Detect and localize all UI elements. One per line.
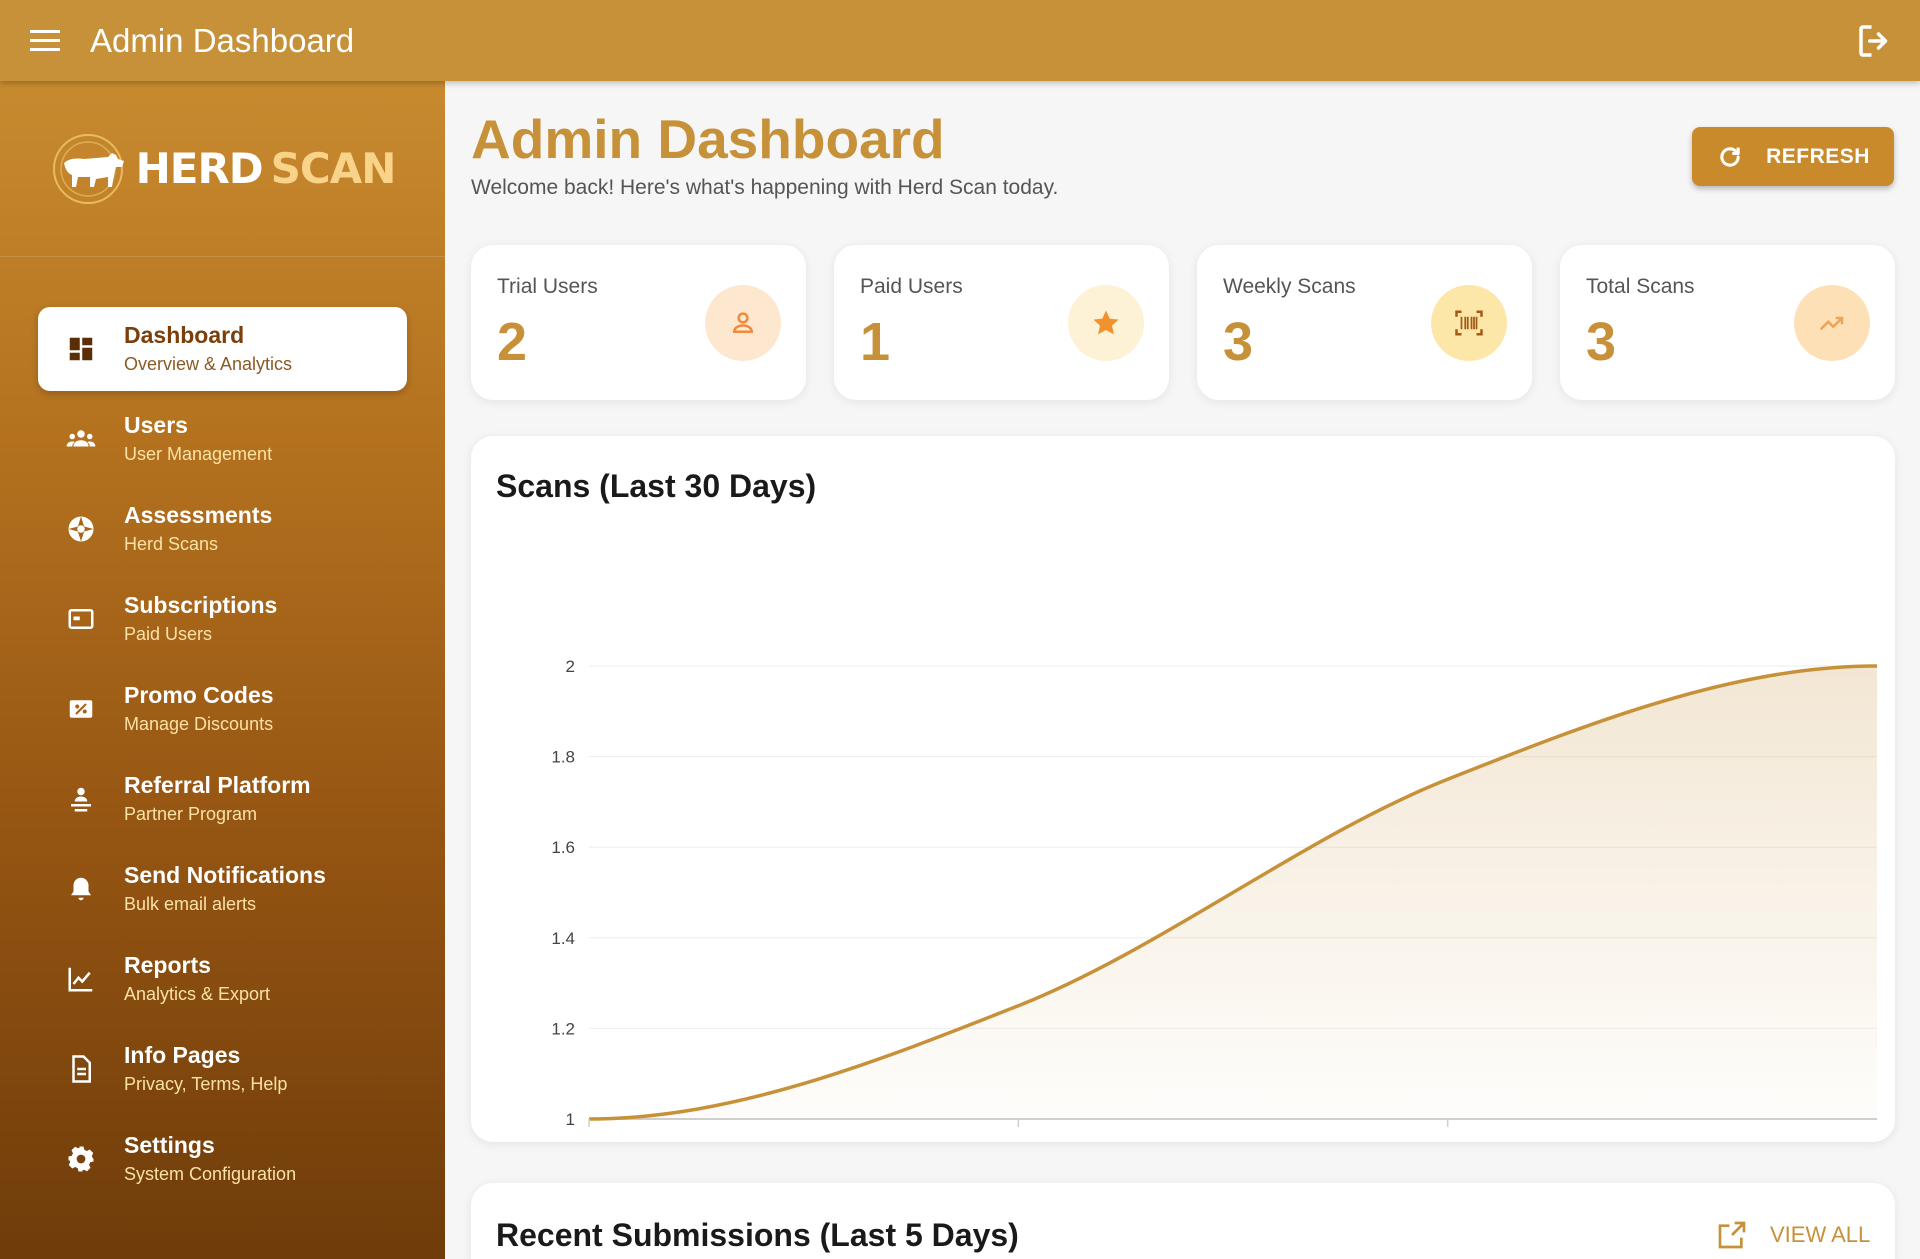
sidebar-item-sublabel: Paid Users (124, 624, 213, 644)
star-icon (1093, 310, 1119, 335)
refresh-icon (1720, 146, 1740, 167)
stat-card-trial-users[interactable]: Trial Users 2 (471, 245, 806, 400)
sidebar-item-referral-platform[interactable]: Referral Platform Partner Program (38, 757, 407, 841)
cow-logo-icon (52, 133, 124, 204)
stat-value: 3 (1586, 312, 1617, 372)
hamburger-menu-icon (30, 29, 60, 51)
sidebar-item-sublabel: Overview & Analytics (124, 354, 293, 374)
sidebar-item-label: Subscriptions (124, 592, 278, 618)
x-tick-label: 23 Jun (991, 1141, 1045, 1142)
dashboard-icon (69, 337, 93, 361)
sidebar-nav: Dashboard Overview & Analytics Users Use… (0, 307, 445, 1207)
sidebar-item-sublabel: System Configuration (124, 1164, 297, 1184)
open-external-icon (1718, 1221, 1746, 1249)
sidebar-item-users[interactable]: Users User Management (38, 397, 407, 481)
stat-value: 1 (860, 312, 891, 372)
sidebar-item-label: Reports (124, 952, 211, 978)
trending-up-icon (1819, 316, 1844, 331)
sidebar-item-sublabel: Privacy, Terms, Help (124, 1074, 288, 1094)
stat-value: 2 (497, 312, 528, 372)
stat-card-weekly-scans[interactable]: Weekly Scans 3 (1197, 245, 1532, 400)
sidebar-item-sublabel: Partner Program (124, 804, 258, 824)
bell-icon (71, 877, 91, 901)
sidebar: HERD SCAN Dashboard Overview & Analytics… (0, 81, 445, 1259)
stat-label: Paid Users (860, 275, 963, 298)
page-subtitle: Welcome back! Here's what's happening wi… (471, 176, 1059, 199)
sidebar-item-assessments[interactable]: Assessments Herd Scans (38, 487, 407, 571)
y-tick-label: 1.2 (551, 1019, 575, 1038)
scans-area-chart: 1 1.2 1.4 1.6 1.8 2 22 Jun 23 Jun 24 Jun (551, 657, 1878, 1142)
top-app-bar: Admin Dashboard (0, 0, 1920, 81)
brand-word-herd: HERD (135, 144, 264, 193)
referral-icon (71, 787, 91, 812)
sidebar-item-label: Settings (124, 1132, 215, 1158)
recent-submissions-title: Recent Submissions (Last 5 Days) (496, 1217, 1019, 1253)
view-all-button[interactable]: VIEW ALL (1716, 1219, 1870, 1251)
sidebar-item-sublabel: Analytics & Export (124, 984, 271, 1004)
y-tick-label: 2 (566, 657, 575, 676)
x-tick-label: 24 Jun (1421, 1141, 1475, 1142)
brand-name: HERD SCAN (135, 144, 397, 193)
main-content: Admin Dashboard Welcome back! Here's wha… (445, 81, 1920, 1259)
card-icon (68, 609, 94, 629)
page-title: Admin Dashboard (471, 108, 945, 170)
users-icon (66, 430, 96, 447)
sidebar-item-sublabel: Manage Discounts (124, 714, 274, 734)
y-tick-label: 1.6 (551, 838, 575, 857)
sidebar-item-sublabel: Herd Scans (124, 534, 219, 554)
menu-button[interactable] (0, 0, 90, 81)
barcode-icon (1455, 310, 1483, 336)
sidebar-item-promo-codes[interactable]: Promo Codes Manage Discounts (38, 667, 407, 751)
brand-logo[interactable]: HERD SCAN (0, 81, 445, 257)
sidebar-item-label: Referral Platform (124, 772, 311, 798)
camera-shutter-icon (68, 516, 94, 542)
sidebar-item-label: Info Pages (124, 1042, 241, 1068)
app-bar-title: Admin Dashboard (90, 21, 355, 59)
stat-label: Weekly Scans (1223, 275, 1356, 298)
chart-line-icon (68, 967, 93, 992)
view-all-label: VIEW ALL (1770, 1222, 1871, 1247)
x-tick-label: 22 Jun (562, 1141, 616, 1142)
y-tick-label: 1 (566, 1110, 575, 1129)
sidebar-item-sublabel: User Management (124, 444, 273, 464)
stat-value: 3 (1223, 312, 1254, 372)
sidebar-item-label: Users (124, 412, 188, 438)
refresh-label: REFRESH (1766, 144, 1870, 168)
sidebar-item-reports[interactable]: Reports Analytics & Export (38, 937, 407, 1021)
sidebar-item-subscriptions[interactable]: Subscriptions Paid Users (38, 577, 407, 661)
stat-card-paid-users[interactable]: Paid Users 1 (834, 245, 1169, 400)
discount-icon (69, 700, 93, 718)
scans-chart-card: Scans (Last 30 Days) 11.21.41.61.8222 Ju… (471, 436, 1895, 1142)
recent-submissions-card: Recent Submissions (Last 5 Days) VIEW AL… (471, 1183, 1895, 1259)
stat-label: Trial Users (497, 275, 598, 298)
sidebar-item-sublabel: Bulk email alerts (124, 894, 257, 914)
sidebar-item-label: Promo Codes (124, 682, 274, 708)
logout-button[interactable] (1854, 20, 1896, 62)
sidebar-item-label: Send Notifications (124, 862, 326, 888)
sidebar-item-info-pages[interactable]: Info Pages Privacy, Terms, Help (38, 1027, 407, 1111)
sidebar-item-settings[interactable]: Settings System Configuration (38, 1117, 407, 1201)
gear-icon (68, 1146, 94, 1172)
sidebar-item-label: Assessments (124, 502, 273, 528)
document-icon (72, 1055, 91, 1083)
person-icon (732, 312, 754, 333)
sidebar-item-label: Dashboard (124, 322, 245, 348)
y-tick-label: 1.8 (551, 748, 575, 767)
stat-card-total-scans[interactable]: Total Scans 3 (1560, 245, 1895, 400)
sidebar-item-dashboard[interactable]: Dashboard Overview & Analytics (38, 307, 407, 391)
stat-label: Total Scans (1586, 275, 1695, 298)
refresh-button[interactable]: REFRESH (1692, 127, 1894, 186)
brand-word-scan: SCAN (270, 144, 397, 193)
y-tick-label: 1.4 (551, 929, 575, 948)
logout-icon (1859, 25, 1888, 57)
sidebar-item-send-notifications[interactable]: Send Notifications Bulk email alerts (38, 847, 407, 931)
